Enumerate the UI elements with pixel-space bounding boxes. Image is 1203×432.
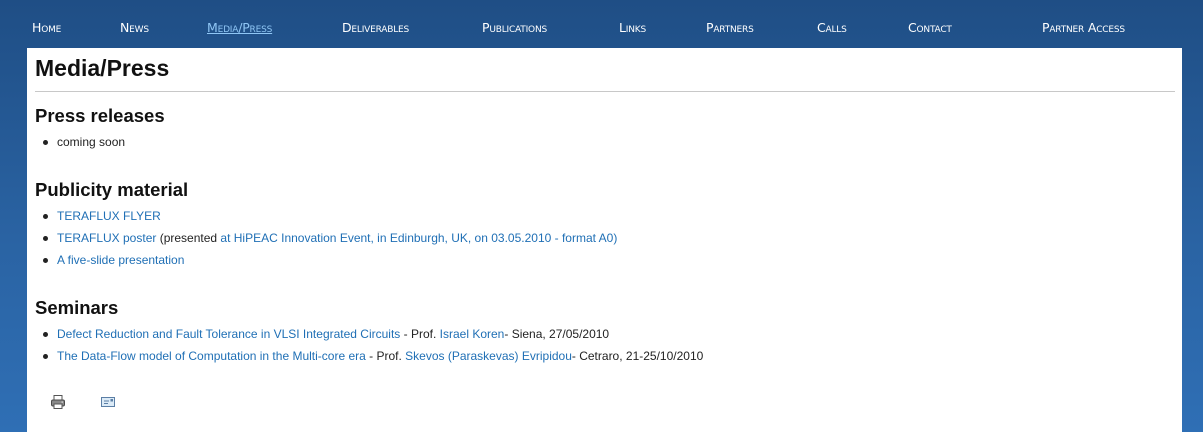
press-releases-heading: Press releases [35,105,165,126]
list-item: Defect Reduction and Fault Tolerance in … [35,323,703,345]
bullet-icon [43,214,48,219]
bullet-icon [43,140,48,145]
publicity-material-heading: Publicity material [35,179,189,200]
flyer-link[interactable]: TERAFLUX FLYER [57,209,161,223]
list-item: The Data-Flow model of Computation in th… [35,345,703,367]
bullet-icon [43,354,48,359]
list-item: TERAFLUX FLYER [35,205,617,227]
seminar-speaker-link[interactable]: Israel Koren [440,327,505,341]
seminar-location-date: - Siena, 27/05/2010 [504,327,610,341]
email-icon[interactable] [100,394,116,414]
seminar-title-link[interactable]: Defect Reduction and Fault Tolerance in … [57,327,400,341]
seminar-location-date: - Cetraro, 21-25/10/2010 [571,349,704,363]
poster-prefix-text: (presented [156,231,221,245]
bullet-icon [43,332,48,337]
seminar-separator-text: - Prof. [365,349,406,363]
nav-item-deliverables[interactable]: Deliverables [342,20,409,35]
list-item: A five-slide presentation [35,249,617,271]
page: Home News Media/Press Deliverables Publi… [0,0,1203,432]
press-releases-list: coming soon [35,131,125,153]
page-title: Media/Press [35,55,170,81]
nav-item-links[interactable]: Links [619,20,646,35]
main-navigation: Home News Media/Press Deliverables Publi… [22,6,1182,46]
presentation-link[interactable]: A five-slide presentation [57,253,184,267]
seminars-list: Defect Reduction and Fault Tolerance in … [35,323,703,367]
seminars-heading: Seminars [35,297,119,318]
nav-item-news[interactable]: News [120,20,149,35]
poster-link[interactable]: TERAFLUX poster [57,231,156,245]
bullet-icon [43,236,48,241]
seminar-title-link[interactable]: The Data-Flow model of Computation in th… [57,349,366,363]
seminar-separator-text: - Prof. [400,327,440,341]
printer-icon[interactable] [50,394,66,414]
hipeac-event-link[interactable]: at HiPEAC Innovation Event, in Edinburgh… [220,231,617,245]
content-panel: Media/Press Press releases coming soon P… [27,48,1182,432]
nav-item-publications[interactable]: Publications [482,20,547,35]
nav-item-contact[interactable]: Contact [908,20,952,35]
list-item: coming soon [35,131,125,153]
publicity-material-list: TERAFLUX FLYER TERAFLUX poster (presente… [35,205,617,271]
seminar-speaker-link[interactable]: Skevos (Paraskevas) Evripidou [405,349,572,363]
list-item: TERAFLUX poster (presented at HiPEAC Inn… [35,227,617,249]
nav-item-partner-access[interactable]: Partner Access [1042,20,1125,35]
nav-item-calls[interactable]: Calls [817,20,847,35]
bullet-icon [43,258,48,263]
press-release-text: coming soon [57,135,126,149]
title-divider [35,91,1175,92]
nav-item-partners[interactable]: Partners [706,20,754,35]
nav-item-home[interactable]: Home [32,20,61,35]
nav-item-media-press[interactable]: Media/Press [207,20,272,35]
